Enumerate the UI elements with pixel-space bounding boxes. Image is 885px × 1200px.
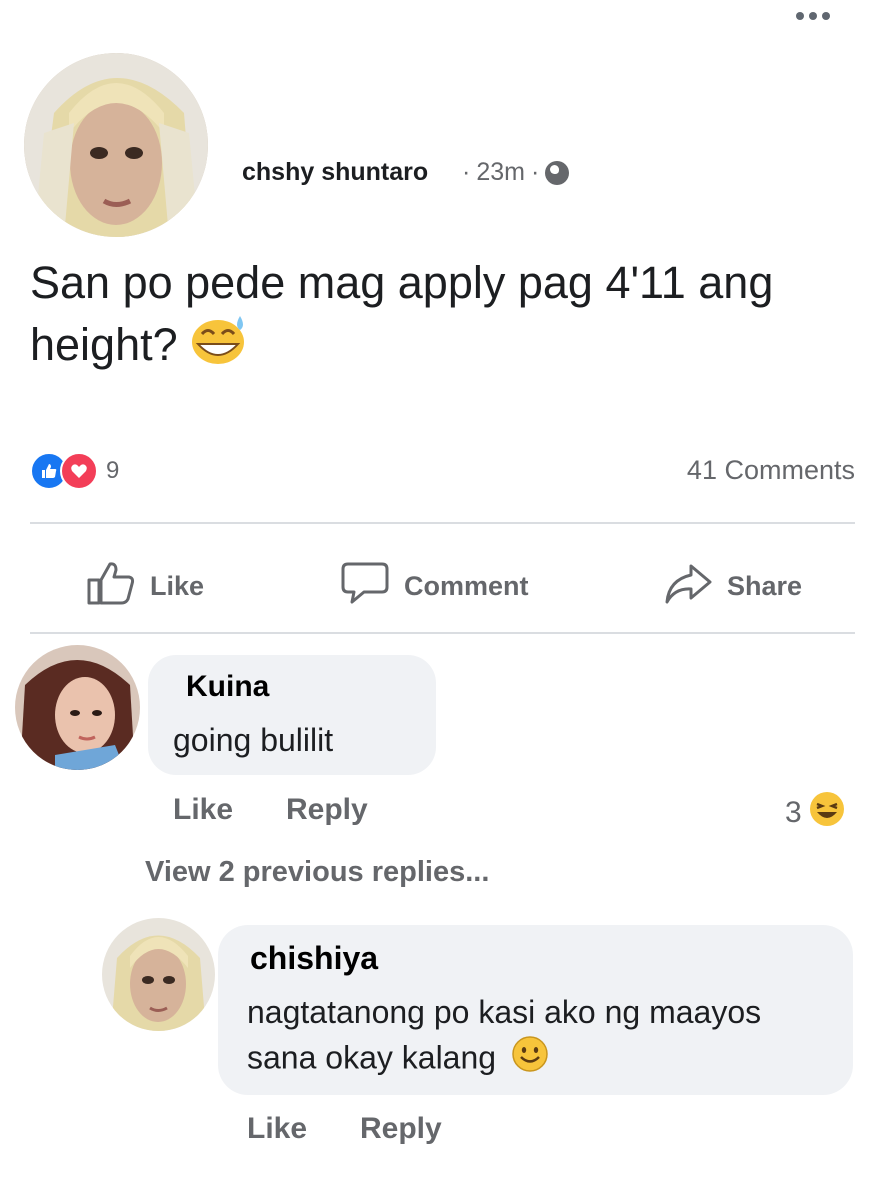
replier-avatar[interactable] bbox=[102, 918, 215, 1031]
comment-like-button[interactable]: Like bbox=[173, 793, 233, 827]
reply-text-content: nagtatanong po kasi ako ng maayos sana o… bbox=[247, 994, 762, 1076]
smiley-emoji-icon bbox=[511, 1035, 549, 1085]
divider bbox=[30, 522, 855, 524]
replier-name[interactable]: chishiya bbox=[250, 940, 378, 977]
share-button[interactable]: Share bbox=[663, 560, 802, 613]
separator: · bbox=[462, 158, 471, 186]
laughing-emoji-icon bbox=[808, 790, 846, 836]
separator: · bbox=[530, 158, 540, 186]
post-time[interactable]: 23m bbox=[476, 158, 525, 187]
thumbs-up-icon bbox=[86, 560, 136, 613]
globe-icon bbox=[545, 160, 570, 185]
post-author-name[interactable]: chshy shuntaro bbox=[242, 158, 428, 187]
comment-reaction-count: 3 bbox=[785, 796, 802, 829]
share-label: Share bbox=[727, 571, 803, 601]
grinning-sweat-emoji-icon bbox=[188, 314, 250, 382]
author-avatar[interactable] bbox=[24, 53, 208, 237]
like-label: Like bbox=[150, 571, 205, 601]
comment-text: going bulilit bbox=[173, 722, 334, 758]
reply-like-button[interactable]: Like bbox=[247, 1112, 307, 1146]
post-text: San po pede mag apply pag 4'11 ang heigh… bbox=[30, 252, 830, 382]
reply-reply-button[interactable]: Reply bbox=[360, 1112, 442, 1146]
commenter-avatar[interactable] bbox=[15, 645, 140, 770]
comment-label: Comment bbox=[404, 571, 529, 601]
reaction-summary[interactable]: 9 bbox=[30, 452, 119, 490]
speech-bubble-icon bbox=[340, 560, 390, 613]
more-options-icon[interactable] bbox=[796, 12, 830, 20]
post-meta: · 23m · bbox=[462, 158, 570, 187]
love-reaction-icon bbox=[60, 452, 98, 490]
view-previous-replies-link[interactable]: View 2 previous replies... bbox=[145, 856, 489, 889]
comment-reaction-summary[interactable]: 3 bbox=[785, 790, 846, 836]
commenter-name[interactable]: Kuina bbox=[186, 670, 269, 704]
comment-reply-button[interactable]: Reply bbox=[286, 793, 368, 827]
like-button[interactable]: Like bbox=[86, 560, 204, 613]
reply-text: nagtatanong po kasi ako ng maayos sana o… bbox=[247, 990, 837, 1085]
share-arrow-icon bbox=[663, 560, 713, 613]
post-text-content: San po pede mag apply pag 4'11 ang heigh… bbox=[30, 257, 774, 370]
comments-count[interactable]: 41 Comments bbox=[687, 455, 855, 486]
comment-button[interactable]: Comment bbox=[340, 560, 529, 613]
reaction-count: 9 bbox=[106, 457, 120, 484]
divider bbox=[30, 632, 855, 634]
